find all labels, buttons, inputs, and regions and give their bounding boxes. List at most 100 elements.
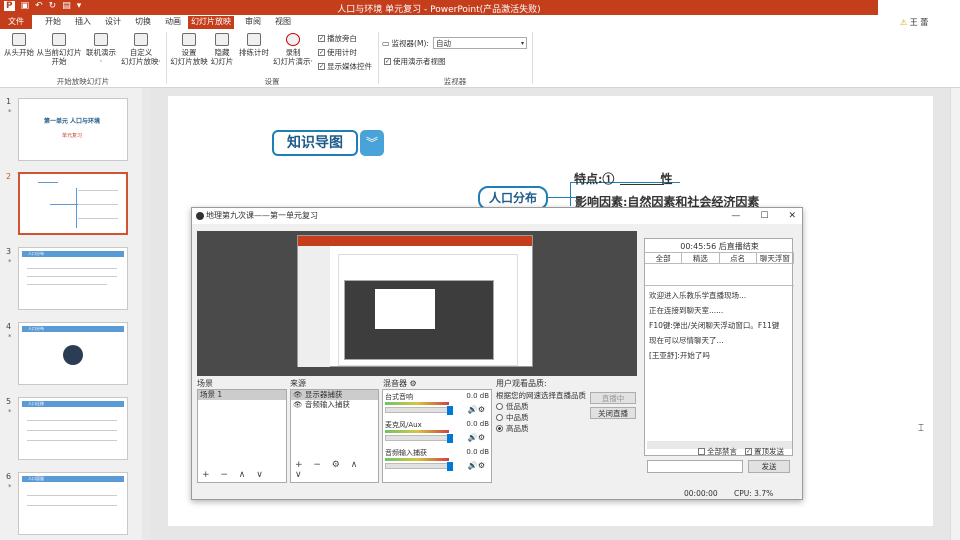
speaker-icon[interactable]: 🔊⚙	[468, 433, 485, 442]
setup-show-icon	[182, 33, 196, 46]
chat-tab-rollcall[interactable]: 点名	[720, 253, 757, 263]
present-online-button[interactable]: 联机演示 ·	[84, 33, 118, 66]
play-narrations-label: 播放旁白	[327, 34, 357, 43]
rehearse-timings-button[interactable]: 排练计时	[236, 33, 272, 57]
quality-option: 高品质	[506, 424, 529, 433]
from-current-button[interactable]: 从当前幻灯片 开始	[36, 33, 82, 66]
obs-window: 地理第九次课——第一单元复习 — ☐ ✕ 场景 场景 1 + − ∧ ∨ 来源 …	[191, 207, 803, 500]
slider-knob[interactable]	[447, 434, 453, 443]
chat-tab-float[interactable]: 聊天浮窗	[757, 253, 794, 263]
tab-insert[interactable]: 插入	[70, 16, 96, 29]
chat-timer: 00:45:56 后直播结束	[680, 242, 759, 251]
user-name[interactable]: 王 蕾	[910, 18, 929, 27]
from-beginning-button[interactable]: 从头开始	[2, 33, 36, 57]
scene-item[interactable]: 场景 1	[198, 390, 286, 400]
volume-slider[interactable]	[385, 407, 453, 413]
tab-file[interactable]: 文件	[0, 15, 32, 29]
gear-icon[interactable]: ⚙	[410, 379, 417, 388]
use-timings-checkbox[interactable]: ✓ 使用计时	[318, 47, 357, 58]
maximize-icon[interactable]: ☐	[760, 208, 768, 224]
group-separator	[378, 32, 379, 84]
thumbnail-scrollbar[interactable]	[142, 88, 150, 540]
monitor-select[interactable]: 自动 ▾	[433, 37, 527, 49]
scene-controls[interactable]: + − ∧ ∨	[202, 470, 267, 480]
slide-thumbnail-6[interactable]: 人口容量	[18, 472, 128, 535]
monitor-row: ▭ 监视器(M):	[382, 38, 429, 49]
play-narrations-checkbox[interactable]: ✓ 播放旁白	[318, 33, 357, 44]
source-controls[interactable]: + − ⚙ ∧ ∨	[295, 460, 378, 480]
speaker-icon[interactable]: 🔊⚙	[468, 461, 485, 470]
thumb-header: 人口容量	[22, 476, 124, 482]
thumb-line	[76, 188, 77, 228]
mixer-channel: 麦克风/Aux 0.0 dB 🔊⚙	[385, 420, 489, 443]
chat-tab-all[interactable]: 全部	[645, 253, 683, 263]
slide-title-box[interactable]: 知识导图	[272, 130, 358, 156]
volume-slider[interactable]	[385, 463, 453, 469]
live-button[interactable]: 直播中	[590, 392, 636, 404]
preview-capture	[297, 235, 533, 367]
slide-thumbnails-pane: 1 * 第一单元 人口与环境 单元复习 2 3 * 人口分布 4 * 人口分布 …	[0, 88, 150, 540]
rehearse-timings-label: 排练计时	[239, 48, 269, 57]
mixer-panel: 台式音响 0.0 dB 🔊⚙ 麦克风/Aux 0.0 dB 🔊⚙ 音频输入捕获 0.0 d…	[382, 389, 492, 483]
chat-tab-featured[interactable]: 精选	[682, 253, 720, 263]
sources-panel: 👁 显示器捕获 👁 音频输入捕获 + − ⚙ ∧ ∨	[290, 389, 379, 483]
checkmark-icon: ✓	[745, 448, 752, 455]
show-media-controls-checkbox[interactable]: ✓ 显示媒体控件	[318, 61, 372, 72]
slide-thumbnail-5[interactable]: 人口迁移	[18, 397, 128, 460]
tab-slideshow[interactable]: 幻灯片放映	[188, 16, 234, 29]
thumb-number: 4	[6, 322, 12, 331]
tab-review[interactable]: 审阅	[240, 16, 266, 29]
thumb-number: 1	[6, 97, 12, 106]
thumb-line	[27, 495, 117, 496]
volume-slider[interactable]	[385, 435, 453, 441]
window-title: 人口与环境 单元复习 - PowerPoint(产品激活失败)	[337, 5, 541, 15]
source-item[interactable]: 👁 音频输入捕获	[291, 400, 378, 410]
checkmark-icon: ✓	[318, 35, 325, 42]
thumb-subtitle: 单元复习	[61, 133, 82, 139]
speaker-icon[interactable]: 🔊⚙	[468, 405, 485, 414]
slider-knob[interactable]	[447, 406, 453, 415]
quality-mid-radio[interactable]: 中品质	[496, 412, 529, 423]
tab-design[interactable]: 设计	[100, 16, 126, 29]
star-icon: *	[8, 333, 12, 341]
close-icon[interactable]: ✕	[788, 208, 796, 224]
group-label-setup: 设置	[264, 77, 280, 86]
hide-slide-button[interactable]: 隐藏 幻灯片	[210, 33, 234, 66]
mixer-channel-name: 麦克风/Aux	[385, 421, 422, 429]
slide-thumbnail-4[interactable]: 人口分布	[18, 322, 128, 385]
tab-view[interactable]: 视图	[270, 16, 296, 29]
send-button[interactable]: 发送	[748, 460, 790, 473]
slide-thumbnail-2[interactable]	[18, 172, 128, 235]
custom-show-button[interactable]: 自定义 幻灯片放映·	[118, 33, 164, 66]
setup-show-button[interactable]: 设置 幻灯片放映	[168, 33, 210, 66]
chat-input-area[interactable]	[645, 264, 794, 286]
record-show-button[interactable]: 录制 幻灯片演示·	[272, 33, 314, 66]
title-bar: P ▣ ↶ ↻ ▤ ▾ 人口与环境 单元复习 - PowerPoint(产品激活…	[0, 0, 878, 15]
thumb-tag: 人口迁移	[28, 401, 44, 406]
eye-icon[interactable]: 👁	[293, 390, 303, 399]
tab-transitions[interactable]: 切换	[130, 16, 156, 29]
stop-live-button[interactable]: 关闭直播	[590, 407, 636, 419]
chevrons-down-icon: ︾	[360, 130, 384, 156]
tab-home[interactable]: 开始	[40, 16, 66, 29]
slider-knob[interactable]	[447, 462, 453, 471]
slide-thumbnail-1[interactable]: 第一单元 人口与环境 单元复习	[18, 98, 128, 161]
custom-show-icon	[134, 33, 148, 46]
editor-scrollbar[interactable]	[950, 88, 960, 540]
mixer-label: 混音器 ⚙	[383, 378, 417, 389]
mute-all-checkbox[interactable]: 全部禁言	[698, 446, 737, 457]
source-item[interactable]: 👁 显示器捕获	[291, 390, 378, 400]
presenter-view-checkbox[interactable]: ✓ 使用演示者视图	[384, 56, 446, 67]
pin-send-checkbox[interactable]: ✓ 置顶发送	[745, 446, 784, 457]
minimize-icon[interactable]: —	[731, 208, 740, 224]
chat-message-input[interactable]	[647, 460, 743, 473]
star-icon: *	[8, 408, 12, 416]
mute-all-label: 全部禁言	[707, 447, 737, 456]
quality-low-radio[interactable]: 低品质	[496, 401, 529, 412]
tab-animations[interactable]: 动画	[160, 16, 186, 29]
thumb-header: 人口分布	[22, 326, 124, 332]
eye-icon[interactable]: 👁	[293, 400, 303, 409]
slide-thumbnail-3[interactable]: 人口分布	[18, 247, 128, 310]
chat-message: 现在可以尽情聊天了...	[649, 336, 724, 345]
quality-high-radio[interactable]: 高品质	[496, 423, 529, 434]
